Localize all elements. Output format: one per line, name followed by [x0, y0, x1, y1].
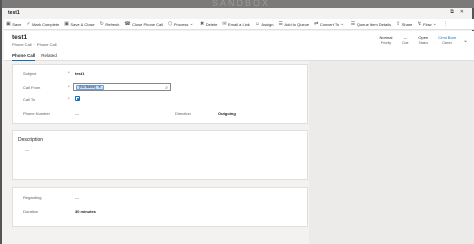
duration-label: Duration — [23, 209, 39, 214]
refresh-icon: ↻ — [99, 21, 104, 27]
general-section: Subject * test1 Call From * (No Name) ✕ … — [12, 64, 308, 124]
regarding-section: Regarding --- Duration 30 minutes — [12, 187, 308, 227]
required-indicator: * — [68, 84, 70, 89]
chevron-down-icon: ⌄ — [432, 21, 437, 27]
subtitle-separator: · — [33, 42, 35, 47]
close-icon[interactable]: ✕ — [460, 9, 464, 15]
share-button[interactable]: ⇪ Share — [396, 21, 412, 27]
call-to-lookup-icon[interactable] — [75, 96, 80, 101]
sandbox-watermark: SANDBOX — [212, 0, 271, 8]
header-field-status: Open Status — [418, 35, 429, 45]
add-to-queue-button[interactable]: ☰ Add to Queue — [278, 21, 309, 27]
header-field-due: --- Due — [402, 35, 409, 45]
email-link-button[interactable]: ✉ Email a Link — [222, 21, 250, 27]
assign-icon: ☺ — [254, 21, 260, 27]
add-queue-icon: ☰ — [278, 21, 283, 27]
queue-item-details-icon: ☰ — [350, 21, 356, 27]
regarding-label: Regarding — [23, 195, 42, 200]
save-close-icon: ▣ — [64, 21, 69, 27]
chip-label: (No Name) — [79, 85, 97, 89]
subject-field[interactable]: test1 — [75, 71, 84, 76]
assign-button[interactable]: ☺ Assign — [255, 21, 274, 27]
chevron-down-icon: ⌄ — [189, 21, 194, 27]
tab-related[interactable]: Related — [41, 51, 57, 61]
email-link-icon: ✉ — [222, 21, 227, 27]
header-fields: Normal Priority --- Due Open Status Crmi… — [379, 35, 456, 45]
description-section: Description --- — [12, 130, 308, 180]
convert-to-button[interactable]: ⇄ Convert To ⌄ — [314, 21, 346, 27]
command-bar: ▣ Save ✓ Mark Complete ▣ Save & Close ↻ Refr… — [4, 19, 474, 30]
queue-item-details-button[interactable]: ☰ Queue Item Details — [351, 21, 391, 27]
share-icon: ⇪ — [396, 21, 401, 27]
more-commands-button[interactable]: ⋮ — [443, 21, 450, 27]
header-expand-chevron-icon[interactable]: ⌄ — [463, 37, 468, 44]
window-title: test1 — [8, 10, 20, 16]
direction-label: Direction — [175, 111, 191, 116]
check-icon: ✓ — [26, 21, 31, 27]
phone-number-label: Phone Number — [23, 111, 50, 116]
header-field-owner: Crmi Bom Owner — [438, 35, 456, 45]
process-icon: ⬡ — [168, 21, 173, 27]
flow-icon: ↯ — [417, 21, 422, 27]
entity-name: Phone Call — [12, 42, 32, 47]
chevron-down-icon: ⌄ — [340, 21, 345, 27]
call-to-label: Call To — [23, 97, 36, 102]
search-icon[interactable]: ⌕ — [165, 85, 168, 91]
form-selector[interactable]: Phone Call — [37, 42, 57, 47]
remove-chip-icon[interactable]: ✕ — [98, 85, 101, 89]
record-subtitle: Phone Call · Phone Call — [12, 42, 57, 47]
convert-to-icon: ⇄ — [314, 21, 319, 27]
direction-field[interactable]: Outgoing — [218, 111, 236, 116]
restore-icon[interactable]: ⧉ — [450, 9, 454, 15]
header-field-priority: Normal Priority — [379, 35, 393, 45]
form-tabs: Phone Call Related — [4, 51, 474, 61]
call-from-lookup[interactable]: (No Name) ✕ ⌕ — [73, 83, 171, 91]
regarding-field[interactable]: --- — [75, 195, 79, 200]
flow-button[interactable]: ↯ Flow ⌄ — [417, 21, 438, 27]
phone-number-field[interactable]: --- — [75, 111, 79, 116]
call-from-chip[interactable]: (No Name) ✕ — [76, 84, 105, 90]
record-header: test1 Phone Call · Phone Call Normal Pri… — [4, 31, 474, 51]
close-phone-call-icon: ☎ — [124, 21, 131, 27]
subject-label: Subject — [23, 71, 37, 76]
delete-icon: ✖ — [200, 21, 205, 27]
tab-phone-call[interactable]: Phone Call — [12, 51, 36, 61]
form-body: Subject * test1 Call From * (No Name) ✕ … — [4, 61, 474, 244]
mark-complete-button[interactable]: ✓ Mark Complete — [26, 21, 59, 27]
refresh-button[interactable]: ↻ Refresh — [100, 21, 120, 27]
window-controls: ⧉ ✕ — [450, 9, 464, 15]
app-window: SANDBOX test1 ⧉ ✕ ▣ Save ✓ Mark Complete ▣… — [0, 0, 474, 244]
required-indicator: * — [68, 96, 70, 101]
call-from-label: Call From — [23, 85, 41, 90]
save-icon: ▣ — [6, 21, 11, 27]
description-field[interactable]: --- — [25, 147, 29, 152]
delete-button[interactable]: ✖ Delete — [200, 21, 217, 27]
record-title: test1 — [12, 34, 28, 41]
process-button[interactable]: ⬡ Process ⌄ — [168, 21, 195, 27]
owner-link[interactable]: Crmi Bom — [438, 35, 456, 40]
save-button[interactable]: ▣ Save — [6, 21, 21, 27]
duration-field[interactable]: 30 minutes — [75, 209, 96, 214]
required-indicator: * — [68, 70, 70, 75]
description-label: Description — [18, 137, 44, 143]
save-close-button[interactable]: ▣ Save & Close — [64, 21, 94, 27]
dimmed-background-bar: SANDBOX — [2, 0, 474, 8]
more-icon: ⋮ — [443, 21, 449, 27]
close-phone-call-button[interactable]: ☎ Close Phone Call — [124, 21, 163, 27]
side-panel — [309, 61, 474, 244]
